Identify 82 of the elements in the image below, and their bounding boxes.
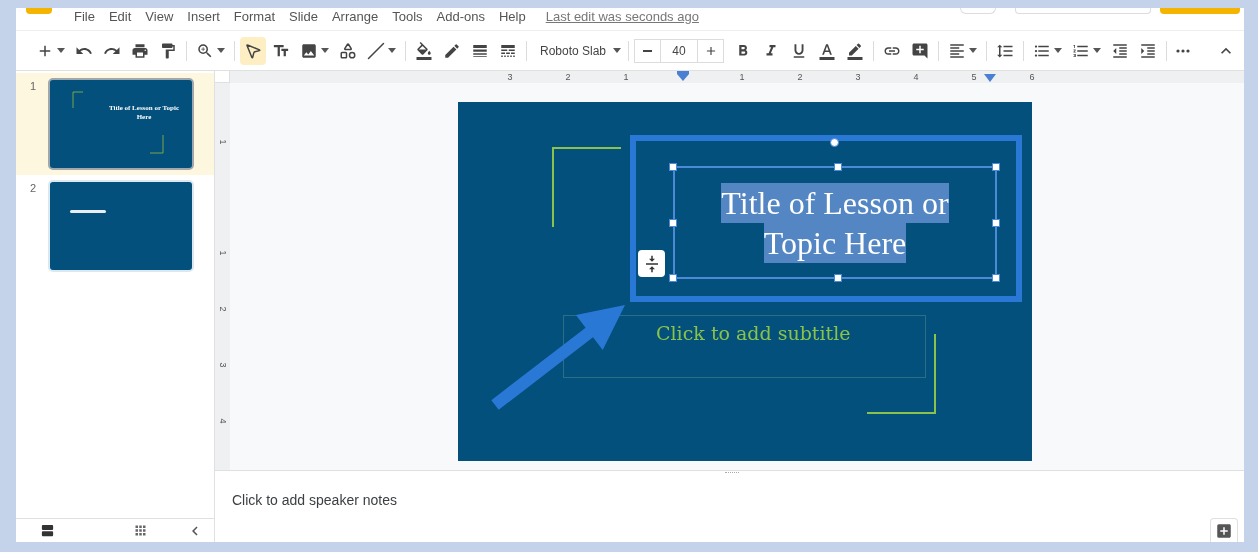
- menu-item[interactable]: Arrange: [331, 9, 379, 25]
- caret-icon: [969, 48, 977, 53]
- caret-icon: [57, 48, 65, 53]
- thumbnail-text-line: [70, 210, 106, 213]
- caret-icon: [1054, 48, 1062, 53]
- slide-title: Topic Here: [763, 222, 907, 263]
- paint-roller-icon: [159, 41, 177, 60]
- ruler-number: 6: [1028, 71, 1036, 83]
- font-dropdown[interactable]: Roboto Slab: [532, 36, 623, 65]
- paint-bucket-icon: [415, 41, 433, 60]
- pencil-icon: [443, 41, 461, 60]
- text-color-icon: [818, 41, 836, 60]
- menu-item[interactable]: Slide: [289, 9, 318, 25]
- zoom-icon: [196, 41, 214, 60]
- image-icon: [300, 41, 318, 60]
- list-view-icon[interactable]: [40, 523, 55, 538]
- ruler-number: 2: [564, 71, 572, 83]
- ruler-number: 3: [506, 71, 514, 83]
- ruler-number: 1: [216, 139, 229, 145]
- ruler-number: 4: [912, 71, 920, 83]
- caret-icon: [613, 48, 621, 53]
- menu-item[interactable]: Add-ons: [436, 9, 485, 25]
- title-box[interactable]: Title of Lesson or Topic Here: [673, 166, 997, 279]
- ruler-number: 1: [622, 71, 630, 83]
- menu-item[interactable]: Format: [233, 9, 275, 25]
- subtitle-placeholder: Click to add subtitle: [656, 322, 851, 344]
- highlighter-icon: [846, 41, 864, 60]
- subtitle-box[interactable]: Click to add subtitle: [563, 315, 926, 378]
- caret-icon: [1093, 48, 1101, 53]
- slide-number: 2: [30, 181, 38, 196]
- resize-handle[interactable]: [669, 163, 677, 171]
- caret-icon: [388, 48, 396, 53]
- print-icon: [131, 41, 149, 60]
- ruler-number: 3: [854, 71, 862, 83]
- ruler-number: 4: [216, 418, 229, 424]
- resize-handle[interactable]: [992, 163, 1000, 171]
- corner-bracket: [150, 135, 164, 154]
- shapes-icon: [339, 41, 357, 60]
- select-button[interactable]: [240, 36, 266, 65]
- slide-thumbnail[interactable]: [48, 180, 194, 272]
- resize-handle[interactable]: [834, 163, 842, 171]
- slide-title: Title of Lesson or: [721, 182, 949, 223]
- menu-item[interactable]: Tools: [392, 9, 423, 25]
- caret-icon: [321, 48, 329, 53]
- resize-handle[interactable]: [992, 274, 1000, 282]
- more-icon: [1176, 48, 1190, 53]
- notes-resize-handle[interactable]: [725, 472, 739, 474]
- resize-handle[interactable]: [834, 274, 842, 282]
- resize-handle[interactable]: [669, 219, 677, 227]
- menu-item[interactable]: Edit: [108, 9, 132, 25]
- header-field[interactable]: [1015, 8, 1151, 14]
- align-button[interactable]: [638, 250, 665, 277]
- add-box-icon: [1215, 521, 1233, 540]
- menu-item[interactable]: Insert: [187, 9, 220, 25]
- ruler-number: 2: [796, 71, 804, 83]
- grid-view-icon[interactable]: [133, 523, 148, 538]
- menu-item[interactable]: Help: [498, 9, 526, 25]
- resize-handle[interactable]: [669, 274, 677, 282]
- add-comment-icon: [911, 41, 929, 60]
- ruler-number: 2: [216, 306, 229, 312]
- line-icon: [367, 41, 385, 60]
- ruler-number: 5: [970, 71, 978, 83]
- resize-handle[interactable]: [992, 219, 1000, 227]
- ruler-number: 1: [738, 71, 746, 83]
- caret-icon: [217, 48, 225, 53]
- ruler-number: 3: [216, 362, 229, 368]
- minus-icon: [643, 49, 652, 52]
- speaker-notes-placeholder[interactable]: Click to add speaker notes: [215, 471, 1244, 511]
- cursor-icon: [244, 41, 262, 60]
- align-left-icon: [948, 41, 966, 60]
- menu-item[interactable]: View: [145, 9, 174, 25]
- app-logo-icon: [26, 8, 52, 14]
- indent-increase-icon: [1139, 41, 1157, 60]
- menu-item[interactable]: File: [74, 9, 95, 25]
- last-edit-link[interactable]: Last edit was seconds ago: [545, 9, 699, 25]
- ruler-number: 1: [216, 250, 229, 256]
- indent-decrease-icon: [1111, 41, 1129, 60]
- indent-marker-icon[interactable]: [677, 71, 689, 81]
- explore-button[interactable]: [1210, 518, 1238, 542]
- slide-number: 1: [30, 79, 38, 94]
- corner-bracket: [72, 91, 84, 109]
- rotate-handle[interactable]: [830, 138, 839, 147]
